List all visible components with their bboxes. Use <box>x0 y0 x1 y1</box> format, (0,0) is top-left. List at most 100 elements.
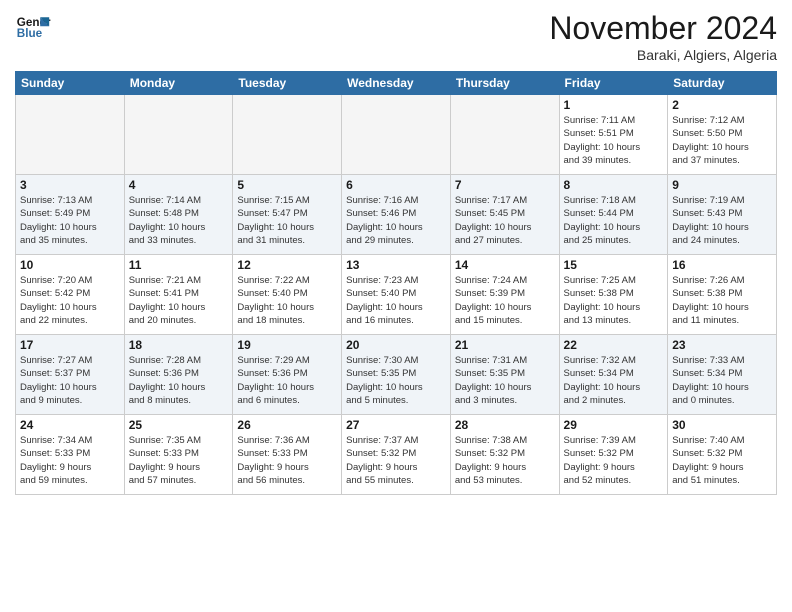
day-info: Sunrise: 7:31 AM Sunset: 5:35 PM Dayligh… <box>455 354 555 407</box>
day-info: Sunrise: 7:17 AM Sunset: 5:45 PM Dayligh… <box>455 194 555 247</box>
day-number: 26 <box>237 418 337 432</box>
calendar-cell <box>450 95 559 175</box>
calendar-cell: 26 Sunrise: 7:36 AM Sunset: 5:33 PM Dayli… <box>233 415 342 495</box>
calendar-table: SundayMondayTuesdayWednesdayThursdayFrid… <box>15 71 777 495</box>
calendar-week-row: 3 Sunrise: 7:13 AM Sunset: 5:49 PM Daylig… <box>16 175 777 255</box>
day-number: 5 <box>237 178 337 192</box>
day-info: Sunrise: 7:12 AM Sunset: 5:50 PM Dayligh… <box>672 114 772 167</box>
calendar-cell: 22Sunrise: 7:32 AM Sunset: 5:34 PM Dayli… <box>559 335 668 415</box>
day-info: Sunrise: 7:39 AM Sunset: 5:32 PM Dayligh… <box>564 434 664 487</box>
day-number: 1 <box>564 98 664 112</box>
calendar-week-row: 17 Sunrise: 7:27 AM Sunset: 5:37 PM Dayli… <box>16 335 777 415</box>
calendar-cell: 8Sunrise: 7:18 AM Sunset: 5:44 PM Daylig… <box>559 175 668 255</box>
calendar-cell <box>16 95 125 175</box>
logo: General Blue <box>15 10 51 46</box>
day-info: Sunrise: 7:25 AM Sunset: 5:38 PM Dayligh… <box>564 274 664 327</box>
day-number: 15 <box>564 258 664 272</box>
day-number: 12 <box>237 258 337 272</box>
calendar-cell: 12 Sunrise: 7:22 AM Sunset: 5:40 PM Dayli… <box>233 255 342 335</box>
day-number: 28 <box>455 418 555 432</box>
day-number: 21 <box>455 338 555 352</box>
calendar-cell: 10Sunrise: 7:20 AM Sunset: 5:42 PM Dayli… <box>16 255 125 335</box>
day-info: Sunrise: 7:23 AM Sunset: 5:40 PM Dayligh… <box>346 274 446 327</box>
day-number: 14 <box>455 258 555 272</box>
day-number: 8 <box>564 178 664 192</box>
calendar-cell: 23Sunrise: 7:33 AM Sunset: 5:34 PM Dayli… <box>668 335 777 415</box>
day-info: Sunrise: 7:26 AM Sunset: 5:38 PM Dayligh… <box>672 274 772 327</box>
day-info: Sunrise: 7:22 AM Sunset: 5:40 PM Dayligh… <box>237 274 337 327</box>
calendar-cell: 9 Sunrise: 7:19 AM Sunset: 5:43 PM Daylig… <box>668 175 777 255</box>
calendar-page: General Blue November 2024 Baraki, Algie… <box>0 0 792 612</box>
calendar-cell: 29Sunrise: 7:39 AM Sunset: 5:32 PM Dayli… <box>559 415 668 495</box>
svg-text:Blue: Blue <box>17 27 43 40</box>
weekday-header: Friday <box>559 72 668 95</box>
day-info: Sunrise: 7:21 AM Sunset: 5:41 PM Dayligh… <box>129 274 229 327</box>
weekday-header: Sunday <box>16 72 125 95</box>
calendar-week-row: 1 Sunrise: 7:11 AM Sunset: 5:51 PM Daylig… <box>16 95 777 175</box>
day-number: 23 <box>672 338 772 352</box>
calendar-cell: 16 Sunrise: 7:26 AM Sunset: 5:38 PM Dayli… <box>668 255 777 335</box>
title-block: November 2024 Baraki, Algiers, Algeria <box>549 10 777 63</box>
calendar-cell: 6 Sunrise: 7:16 AM Sunset: 5:46 PM Daylig… <box>342 175 451 255</box>
calendar-cell: 14 Sunrise: 7:24 AM Sunset: 5:39 PM Dayli… <box>450 255 559 335</box>
calendar-cell: 25 Sunrise: 7:35 AM Sunset: 5:33 PM Dayli… <box>124 415 233 495</box>
day-info: Sunrise: 7:36 AM Sunset: 5:33 PM Dayligh… <box>237 434 337 487</box>
day-number: 20 <box>346 338 446 352</box>
day-info: Sunrise: 7:13 AM Sunset: 5:49 PM Dayligh… <box>20 194 120 247</box>
month-title: November 2024 <box>549 10 777 47</box>
calendar-week-row: 24 Sunrise: 7:34 AM Sunset: 5:33 PM Dayli… <box>16 415 777 495</box>
calendar-cell: 3 Sunrise: 7:13 AM Sunset: 5:49 PM Daylig… <box>16 175 125 255</box>
day-number: 3 <box>20 178 120 192</box>
day-info: Sunrise: 7:15 AM Sunset: 5:47 PM Dayligh… <box>237 194 337 247</box>
day-info: Sunrise: 7:40 AM Sunset: 5:32 PM Dayligh… <box>672 434 772 487</box>
calendar-cell: 15 Sunrise: 7:25 AM Sunset: 5:38 PM Dayli… <box>559 255 668 335</box>
day-info: Sunrise: 7:20 AM Sunset: 5:42 PM Dayligh… <box>20 274 120 327</box>
calendar-cell: 7Sunrise: 7:17 AM Sunset: 5:45 PM Daylig… <box>450 175 559 255</box>
location-subtitle: Baraki, Algiers, Algeria <box>549 47 777 63</box>
day-info: Sunrise: 7:28 AM Sunset: 5:36 PM Dayligh… <box>129 354 229 407</box>
calendar-cell: 18 Sunrise: 7:28 AM Sunset: 5:36 PM Dayli… <box>124 335 233 415</box>
day-number: 6 <box>346 178 446 192</box>
logo-icon: General Blue <box>15 10 51 46</box>
weekday-header: Monday <box>124 72 233 95</box>
weekday-header: Tuesday <box>233 72 342 95</box>
weekday-header: Thursday <box>450 72 559 95</box>
day-number: 9 <box>672 178 772 192</box>
weekday-header: Wednesday <box>342 72 451 95</box>
day-number: 4 <box>129 178 229 192</box>
day-info: Sunrise: 7:19 AM Sunset: 5:43 PM Dayligh… <box>672 194 772 247</box>
day-number: 27 <box>346 418 446 432</box>
day-info: Sunrise: 7:11 AM Sunset: 5:51 PM Dayligh… <box>564 114 664 167</box>
calendar-cell: 11 Sunrise: 7:21 AM Sunset: 5:41 PM Dayli… <box>124 255 233 335</box>
day-info: Sunrise: 7:16 AM Sunset: 5:46 PM Dayligh… <box>346 194 446 247</box>
day-info: Sunrise: 7:24 AM Sunset: 5:39 PM Dayligh… <box>455 274 555 327</box>
calendar-cell: 5 Sunrise: 7:15 AM Sunset: 5:47 PM Daylig… <box>233 175 342 255</box>
day-number: 17 <box>20 338 120 352</box>
day-number: 13 <box>346 258 446 272</box>
calendar-cell: 19Sunrise: 7:29 AM Sunset: 5:36 PM Dayli… <box>233 335 342 415</box>
day-number: 25 <box>129 418 229 432</box>
calendar-cell: 4 Sunrise: 7:14 AM Sunset: 5:48 PM Daylig… <box>124 175 233 255</box>
calendar-cell: 1 Sunrise: 7:11 AM Sunset: 5:51 PM Daylig… <box>559 95 668 175</box>
day-info: Sunrise: 7:27 AM Sunset: 5:37 PM Dayligh… <box>20 354 120 407</box>
calendar-cell: 24 Sunrise: 7:34 AM Sunset: 5:33 PM Dayli… <box>16 415 125 495</box>
calendar-cell: 21 Sunrise: 7:31 AM Sunset: 5:35 PM Dayli… <box>450 335 559 415</box>
day-number: 18 <box>129 338 229 352</box>
calendar-cell: 28 Sunrise: 7:38 AM Sunset: 5:32 PM Dayli… <box>450 415 559 495</box>
calendar-cell <box>124 95 233 175</box>
calendar-header-row: SundayMondayTuesdayWednesdayThursdayFrid… <box>16 72 777 95</box>
calendar-cell: 30Sunrise: 7:40 AM Sunset: 5:32 PM Dayli… <box>668 415 777 495</box>
calendar-week-row: 10Sunrise: 7:20 AM Sunset: 5:42 PM Dayli… <box>16 255 777 335</box>
calendar-cell <box>342 95 451 175</box>
day-info: Sunrise: 7:34 AM Sunset: 5:33 PM Dayligh… <box>20 434 120 487</box>
calendar-cell: 20 Sunrise: 7:30 AM Sunset: 5:35 PM Dayli… <box>342 335 451 415</box>
day-number: 11 <box>129 258 229 272</box>
day-info: Sunrise: 7:30 AM Sunset: 5:35 PM Dayligh… <box>346 354 446 407</box>
calendar-cell: 2Sunrise: 7:12 AM Sunset: 5:50 PM Daylig… <box>668 95 777 175</box>
day-info: Sunrise: 7:14 AM Sunset: 5:48 PM Dayligh… <box>129 194 229 247</box>
day-number: 16 <box>672 258 772 272</box>
day-number: 24 <box>20 418 120 432</box>
day-info: Sunrise: 7:29 AM Sunset: 5:36 PM Dayligh… <box>237 354 337 407</box>
day-info: Sunrise: 7:38 AM Sunset: 5:32 PM Dayligh… <box>455 434 555 487</box>
day-info: Sunrise: 7:35 AM Sunset: 5:33 PM Dayligh… <box>129 434 229 487</box>
